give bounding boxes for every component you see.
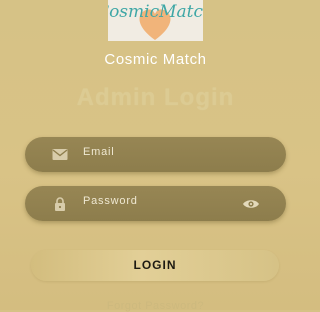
forgot-password-link[interactable]: Forgot Password? [0, 300, 311, 312]
email-placeholder: Email [83, 146, 115, 158]
eye-icon[interactable] [242, 198, 260, 210]
page-title: Admin Login [76, 84, 235, 111]
login-button[interactable]: LOGIN [31, 250, 279, 281]
heart-icon: CosmicMatch [108, 2, 203, 40]
app-name: Cosmic Match [104, 51, 207, 68]
mail-icon [52, 149, 68, 160]
password-placeholder: Password [83, 195, 138, 207]
lock-icon [55, 197, 65, 211]
email-field[interactable]: Email [25, 137, 286, 172]
app-logo: CosmicMatch [108, 0, 203, 41]
logo-text: CosmicMatch [108, 2, 203, 22]
password-field[interactable]: Password [25, 186, 286, 221]
login-button-label: LOGIN [133, 258, 177, 272]
